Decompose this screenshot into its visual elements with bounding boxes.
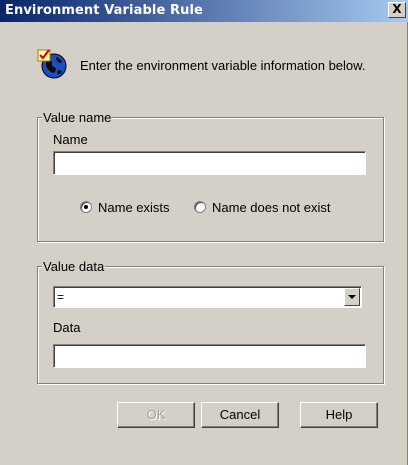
name-does-not-exist-label[interactable]: Name does not exist (212, 200, 331, 215)
title-bar: Environment Variable Rule X (0, 0, 408, 22)
intro-text: Enter the environment variable informati… (80, 58, 366, 73)
value-name-group: Value name (37, 110, 384, 242)
environment-variable-rule-dialog: Environment Variable Rule X Enter the en… (0, 0, 408, 465)
name-does-not-exist-radio[interactable] (194, 201, 206, 213)
operator-dropdown[interactable]: = (53, 286, 362, 308)
window-title: Environment Variable Rule (5, 3, 203, 18)
ok-button[interactable]: OK (117, 402, 195, 428)
name-exists-radio[interactable] (80, 201, 92, 213)
help-button[interactable]: Help (300, 402, 378, 428)
value-data-group-label: Value data (42, 259, 106, 274)
operator-selected-value: = (57, 290, 65, 304)
dropdown-arrow-icon[interactable] (344, 288, 360, 306)
data-input[interactable] (53, 344, 366, 368)
name-input[interactable] (53, 151, 366, 175)
name-label: Name (53, 132, 88, 147)
data-label: Data (53, 320, 81, 335)
cancel-button[interactable]: Cancel (201, 402, 279, 428)
globe-checkmark-icon (37, 49, 67, 79)
value-name-group-label: Value name (42, 110, 113, 125)
name-exists-label[interactable]: Name exists (98, 200, 170, 215)
close-button[interactable]: X (388, 2, 406, 18)
radio-selected-dot (84, 205, 88, 209)
